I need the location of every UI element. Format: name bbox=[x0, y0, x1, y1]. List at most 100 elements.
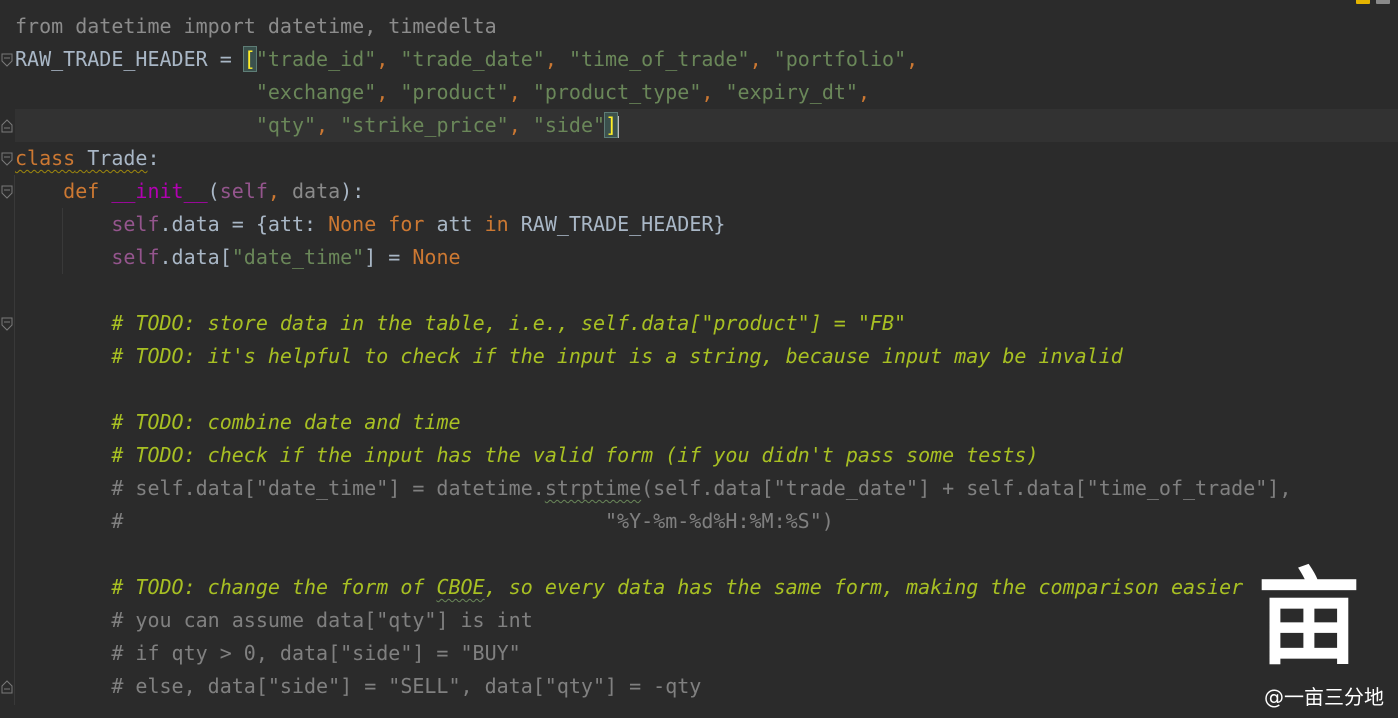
code-token: # if qty > 0, data["side"] = "BUY" bbox=[15, 641, 521, 665]
code-token: .data[ bbox=[159, 245, 232, 269]
code-token: __init__ bbox=[111, 179, 208, 203]
inspection-indicators[interactable] bbox=[1356, 0, 1390, 4]
code-token: CBOE bbox=[436, 575, 485, 599]
code-token: # bbox=[15, 344, 136, 368]
code-token: , bbox=[857, 80, 870, 104]
code-token: # self.data["date_time"] = datetime. bbox=[15, 476, 545, 500]
code-token: "trade_date" bbox=[400, 47, 545, 71]
code-line[interactable]: # TODO: combine date and time bbox=[15, 406, 1398, 439]
code-line[interactable]: # TODO: store data in the table, i.e., s… bbox=[15, 307, 1398, 340]
code-token: , so every data has the same form, makin… bbox=[484, 575, 1244, 599]
code-token: "portfolio" bbox=[773, 47, 907, 71]
code-token: class bbox=[15, 146, 76, 170]
code-line[interactable]: class Trade: bbox=[15, 142, 1398, 175]
code-token: None bbox=[328, 212, 389, 236]
code-token: Trade bbox=[87, 146, 148, 170]
code-line[interactable] bbox=[15, 538, 1398, 571]
code-token: # else, data["side"] = "SELL", data["qty… bbox=[15, 674, 702, 698]
code-token: .data = {att: bbox=[159, 212, 329, 236]
code-token: in bbox=[484, 212, 521, 236]
code-token: TODO: check if the input has the valid f… bbox=[135, 443, 1039, 467]
code-token: # bbox=[15, 410, 136, 434]
code-token: "qty" bbox=[255, 113, 317, 137]
code-token: "date_time" bbox=[231, 245, 365, 269]
code-line[interactable]: RAW_TRADE_HEADER = ["trade_id", "trade_d… bbox=[15, 43, 1398, 76]
code-token: att bbox=[436, 212, 485, 236]
code-line[interactable]: # self.data["date_time"] = datetime.strp… bbox=[15, 472, 1398, 505]
code-line[interactable]: from datetime import datetime, timedelta bbox=[15, 10, 1398, 43]
code-token: ( bbox=[207, 179, 220, 203]
code-token: (self.data["trade_date"] + self.data["ti… bbox=[641, 476, 1292, 500]
code-token: , bbox=[376, 47, 401, 71]
code-line[interactable] bbox=[15, 274, 1398, 307]
code-token: # you can assume data["qty"] is int bbox=[15, 608, 533, 632]
fold-open-icon[interactable] bbox=[1, 53, 13, 67]
code-line[interactable]: # else, data["side"] = "SELL", data["qty… bbox=[15, 670, 1398, 703]
indent-guide bbox=[62, 208, 63, 274]
code-token: RAW_TRADE_HEADER} bbox=[520, 212, 726, 236]
code-line[interactable]: # if qty > 0, data["side"] = "BUY" bbox=[15, 637, 1398, 670]
code-token: # bbox=[15, 575, 136, 599]
warning-icon[interactable] bbox=[1356, 0, 1370, 4]
code-line[interactable]: # TODO: check if the input has the valid… bbox=[15, 439, 1398, 472]
code-token: , bbox=[508, 113, 533, 137]
code-line[interactable]: # TODO: it's helpful to check if the inp… bbox=[15, 340, 1398, 373]
code-token: from datetime import datetime, timedelta bbox=[15, 14, 497, 38]
code-line[interactable]: # TODO: change the form of CBOE, so ever… bbox=[15, 571, 1398, 604]
code-token: self bbox=[111, 212, 160, 236]
code-line[interactable]: "exchange", "product", "product_type", "… bbox=[15, 76, 1398, 109]
code-token: , bbox=[316, 113, 341, 137]
code-token: # bbox=[15, 443, 136, 467]
code-token: TODO: store data in the table, i.e., sel… bbox=[135, 311, 907, 335]
code-token: data bbox=[291, 179, 341, 203]
code-line[interactable]: self.data["date_time"] = None bbox=[15, 241, 1398, 274]
code-line[interactable]: def __init__(self, data): bbox=[15, 175, 1398, 208]
code-token: RAW_TRADE_HEADER = bbox=[15, 47, 244, 71]
editor-gutter bbox=[0, 0, 14, 718]
fold-open-icon[interactable] bbox=[1, 185, 13, 199]
watermark: 亩 @一亩三分地 bbox=[1234, 560, 1384, 710]
code-token: self bbox=[219, 179, 268, 203]
code-token: , bbox=[508, 80, 533, 104]
code-token: "expiry_dt" bbox=[725, 80, 858, 104]
code-area[interactable]: from datetime import datetime, timedelta… bbox=[15, 10, 1398, 703]
code-token: strptime bbox=[544, 476, 642, 500]
code-line[interactable] bbox=[15, 373, 1398, 406]
text-caret bbox=[617, 115, 620, 138]
watermark-logo-glyph: 亩 bbox=[1256, 556, 1361, 679]
code-token: [ bbox=[242, 46, 257, 72]
code-token: # "%Y-%m-%d%H:%M:%S") bbox=[15, 509, 834, 533]
fold-open-icon[interactable] bbox=[1, 317, 13, 331]
code-token: "product_type" bbox=[532, 80, 702, 104]
code-token: , bbox=[544, 47, 569, 71]
code-editor[interactable]: from datetime import datetime, timedelta… bbox=[0, 0, 1398, 718]
watermark-text: @一亩三分地 bbox=[1264, 685, 1384, 709]
code-token: : bbox=[147, 146, 160, 170]
code-line[interactable]: # "%Y-%m-%d%H:%M:%S") bbox=[15, 505, 1398, 538]
fold-close-icon[interactable] bbox=[1, 119, 13, 133]
code-token: for bbox=[388, 212, 437, 236]
code-line[interactable]: "qty", "strike_price", "side"] bbox=[15, 109, 1398, 142]
fold-close-icon[interactable] bbox=[1, 680, 13, 694]
code-token: , bbox=[701, 80, 726, 104]
code-token: TODO: combine date and time bbox=[135, 410, 461, 434]
indent-guide bbox=[14, 175, 15, 705]
code-token: # bbox=[15, 311, 136, 335]
code-token: "side" bbox=[532, 113, 606, 137]
code-token: "exchange" bbox=[255, 80, 377, 104]
code-token: "product" bbox=[400, 80, 509, 104]
fold-open-icon[interactable] bbox=[1, 152, 13, 166]
code-token: , bbox=[376, 80, 401, 104]
code-token: self bbox=[111, 245, 160, 269]
code-token: , bbox=[749, 47, 774, 71]
typo-icon[interactable] bbox=[1376, 0, 1390, 4]
code-token: def bbox=[63, 179, 112, 203]
code-line[interactable]: # you can assume data["qty"] is int bbox=[15, 604, 1398, 637]
code-line[interactable]: self.data = {att: None for att in RAW_TR… bbox=[15, 208, 1398, 241]
code-token: "strike_price" bbox=[340, 113, 509, 137]
